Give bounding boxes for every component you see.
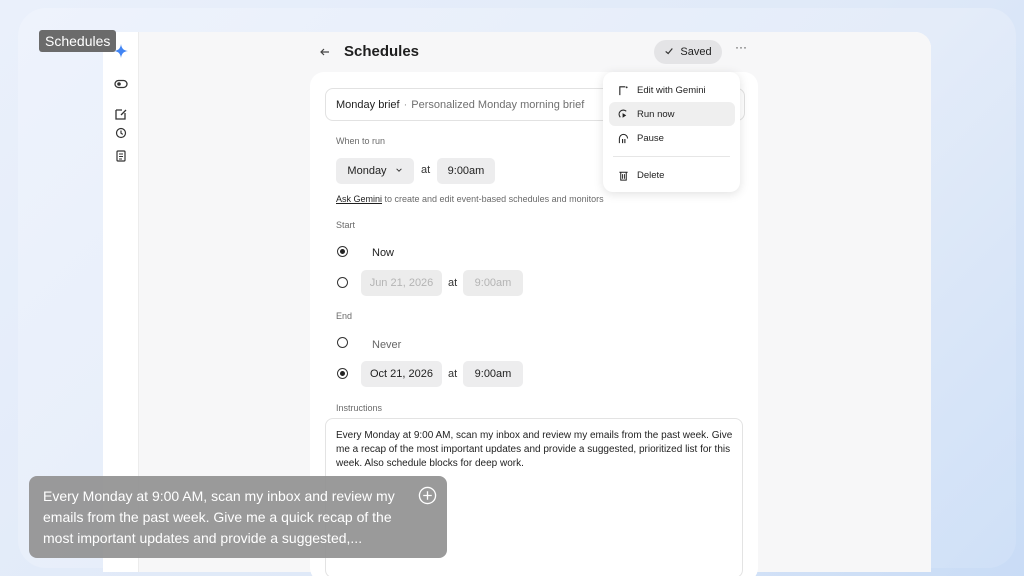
end-at-label: at: [448, 368, 458, 380]
instructions-text: Every Monday at 9:00 AM, scan my inbox a…: [336, 430, 733, 469]
menu-item-label: Edit with Gemini: [637, 84, 706, 96]
end-date-radio[interactable]: [337, 368, 348, 379]
start-label: Start: [336, 220, 356, 230]
more-options-icon[interactable]: ···: [733, 40, 749, 60]
menu-item-delete[interactable]: Delete: [609, 163, 735, 187]
options-menu: Edit with Gemini Run now Pause Delete: [603, 72, 740, 192]
history-icon[interactable]: [113, 125, 129, 141]
menu-divider: [613, 156, 730, 157]
at-label: at: [421, 164, 431, 176]
add-circle-icon[interactable]: [418, 486, 437, 505]
day-value: Monday: [347, 165, 387, 177]
ask-gemini-hint: Ask Gemini to create and edit event-base…: [336, 194, 604, 204]
trash-icon: [619, 171, 628, 181]
ask-gemini-link[interactable]: Ask Gemini: [336, 194, 382, 204]
start-date-field[interactable]: Jun 21, 2026: [361, 270, 442, 296]
start-at-label: at: [448, 277, 458, 289]
page-title: Schedules: [344, 43, 420, 60]
menu-item-run-now[interactable]: Run now: [609, 102, 735, 126]
when-to-run-label: When to run: [336, 136, 386, 146]
menu-item-pause[interactable]: Pause: [609, 126, 735, 150]
end-never-radio[interactable]: [337, 337, 348, 348]
end-label: End: [336, 311, 353, 321]
schedules-tag: Schedules: [39, 30, 117, 52]
end-never-label: Never: [372, 339, 402, 351]
start-time-field[interactable]: 9:00am: [463, 270, 523, 296]
edit-gemini-icon: [619, 85, 628, 95]
run-time-field[interactable]: 9:00am: [437, 158, 495, 184]
schedule-description: Personalized Monday morning brief: [411, 98, 585, 111]
start-date-placeholder: Jun 21, 2026: [369, 277, 434, 289]
saved-button[interactable]: Saved: [654, 40, 722, 64]
menu-item-label: Pause: [637, 132, 664, 144]
name-separator: ·: [403, 98, 408, 111]
check-icon: [664, 46, 674, 59]
start-date-radio[interactable]: [337, 277, 348, 288]
end-time-value: 9:00am: [474, 368, 512, 380]
saved-label: Saved: [680, 46, 712, 58]
toggle-icon[interactable]: [113, 76, 129, 92]
menu-item-label: Run now: [637, 108, 675, 120]
end-date-value: Oct 21, 2026: [370, 368, 433, 380]
chevron-down-icon: [395, 165, 403, 177]
back-arrow-icon[interactable]: [318, 45, 332, 59]
menu-item-edit-with-gemini[interactable]: Edit with Gemini: [609, 78, 735, 102]
start-now-label: Now: [372, 247, 395, 259]
overlay-prompt-text: Every Monday at 9:00 AM, scan my inbox a…: [43, 488, 395, 546]
start-time-placeholder: 9:00am: [474, 277, 512, 289]
run-now-icon: [618, 109, 627, 118]
new-chat-icon[interactable]: [113, 106, 129, 122]
end-time-field[interactable]: 9:00am: [463, 361, 523, 387]
start-now-radio[interactable]: [337, 246, 348, 257]
hint-text: to create and edit event-based schedules…: [382, 194, 604, 204]
menu-item-label: Delete: [637, 169, 665, 181]
day-select[interactable]: Monday: [336, 158, 414, 184]
document-icon[interactable]: [113, 148, 129, 164]
pause-icon: [618, 133, 629, 143]
instructions-label: Instructions: [336, 403, 383, 413]
run-time-value: 9:00am: [447, 165, 485, 177]
schedule-name: Monday brief: [336, 98, 400, 111]
end-date-field[interactable]: Oct 21, 2026: [361, 361, 442, 387]
